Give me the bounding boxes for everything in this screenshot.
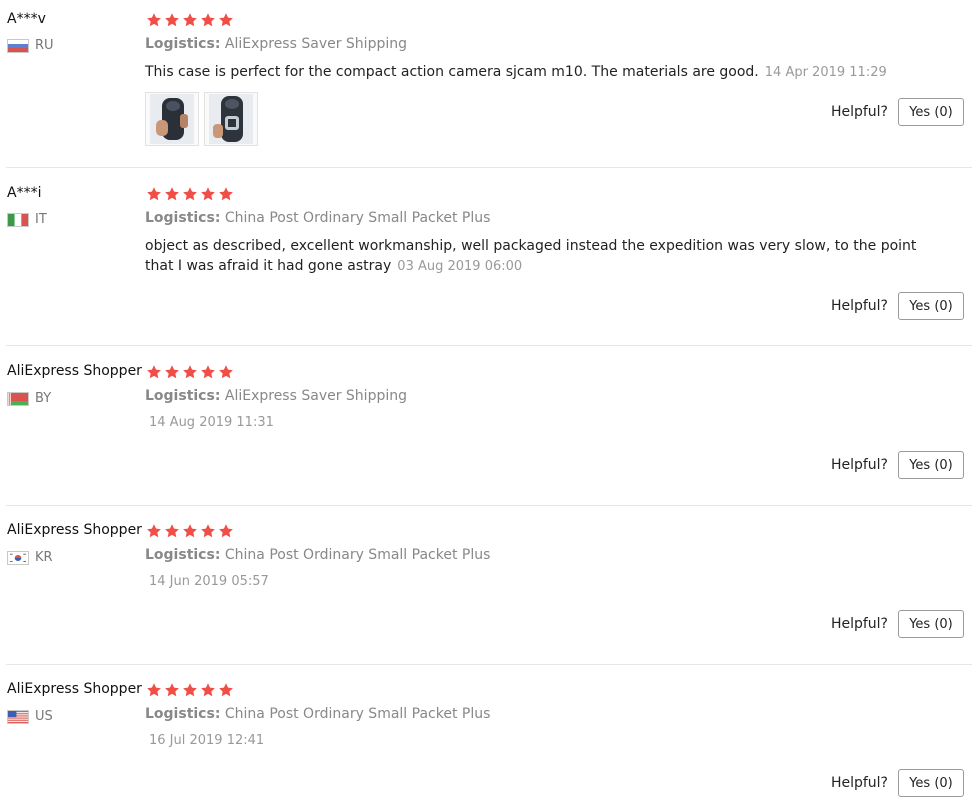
logistics-info: Logistics: AliExpress Saver Shipping: [145, 388, 407, 404]
reviewer-name: A***v: [7, 11, 46, 27]
star-icon: [218, 523, 234, 539]
reviewer-country: RU: [7, 38, 54, 53]
star-rating: [146, 12, 234, 28]
logistics-info: Logistics: China Post Ordinary Small Pac…: [145, 210, 490, 226]
review-date: 16 Jul 2019 12:41: [149, 733, 265, 748]
country-code: US: [35, 709, 53, 724]
reviewer-country: KR: [7, 550, 53, 565]
review-divider: [6, 345, 972, 346]
reviewer-country: IT: [7, 212, 47, 227]
review-photo-thumbnail[interactable]: [204, 92, 258, 146]
review-divider: [6, 664, 972, 665]
review-divider: [6, 505, 972, 506]
review-text: object as described, excellent workmansh…: [145, 236, 945, 277]
helpful-section: Helpful? Yes (0): [831, 292, 964, 320]
star-icon: [200, 682, 216, 698]
review-date: 14 Aug 2019 11:31: [149, 415, 274, 430]
helpful-yes-button[interactable]: Yes (0): [898, 98, 964, 126]
star-icon: [218, 364, 234, 380]
star-icon: [164, 186, 180, 202]
star-icon: [164, 364, 180, 380]
review-date: 14 Apr 2019 11:29: [764, 65, 887, 80]
star-icon: [200, 12, 216, 28]
helpful-section: Helpful? Yes (0): [831, 98, 964, 126]
review-date: 14 Jun 2019 05:57: [149, 574, 269, 589]
reviewer-name: A***i: [7, 185, 42, 201]
review-body: object as described, excellent workmansh…: [145, 238, 917, 274]
logistics-method: AliExpress Saver Shipping: [224, 388, 407, 404]
logistics-method: China Post Ordinary Small Packet Plus: [224, 706, 491, 722]
reviewer-country: US: [7, 709, 53, 724]
star-icon: [200, 186, 216, 202]
star-icon: [146, 186, 162, 202]
star-icon: [218, 12, 234, 28]
helpful-yes-button[interactable]: Yes (0): [898, 610, 964, 638]
star-icon: [146, 364, 162, 380]
helpful-label: Helpful?: [830, 616, 888, 632]
helpful-yes-button[interactable]: Yes (0): [898, 451, 964, 479]
logistics-method: AliExpress Saver Shipping: [224, 36, 407, 52]
star-icon: [164, 12, 180, 28]
star-rating: [146, 523, 234, 539]
review-photo-thumbnail[interactable]: [145, 92, 199, 146]
logistics-label: Logistics:: [145, 388, 221, 404]
country-code: RU: [35, 38, 54, 53]
logistics-info: Logistics: AliExpress Saver Shipping: [145, 36, 407, 52]
camera-case-photo-icon: [209, 94, 253, 144]
star-rating: [146, 682, 234, 698]
korea-flag-icon: [7, 550, 29, 565]
russia-flag-icon: [7, 38, 29, 53]
logistics-label: Logistics:: [145, 36, 221, 52]
country-code: IT: [35, 212, 47, 227]
star-icon: [200, 364, 216, 380]
reviewer-name: AliExpress Shopper: [7, 522, 142, 538]
star-icon: [200, 523, 216, 539]
review-date: 03 Aug 2019 06:00: [397, 259, 523, 274]
star-icon: [218, 682, 234, 698]
star-icon: [146, 12, 162, 28]
star-rating: [146, 364, 234, 380]
helpful-section: Helpful? Yes (0): [831, 451, 964, 479]
star-icon: [164, 523, 180, 539]
logistics-info: Logistics: China Post Ordinary Small Pac…: [145, 706, 490, 722]
star-icon: [146, 523, 162, 539]
helpful-label: Helpful?: [830, 457, 888, 473]
logistics-label: Logistics:: [145, 210, 221, 226]
logistics-method: China Post Ordinary Small Packet Plus: [224, 210, 491, 226]
star-icon: [182, 364, 198, 380]
helpful-label: Helpful?: [830, 298, 888, 314]
review-body: This case is perfect for the compact act…: [145, 64, 759, 80]
star-icon: [218, 186, 234, 202]
helpful-yes-button[interactable]: Yes (0): [898, 769, 964, 797]
camera-case-photo-icon: [150, 94, 194, 144]
italy-flag-icon: [7, 212, 29, 227]
logistics-info: Logistics: China Post Ordinary Small Pac…: [145, 547, 490, 563]
star-icon: [146, 682, 162, 698]
country-code: KR: [35, 550, 53, 565]
helpful-section: Helpful? Yes (0): [831, 769, 964, 797]
review-text: This case is perfect for the compact act…: [145, 62, 945, 83]
helpful-yes-button[interactable]: Yes (0): [898, 292, 964, 320]
reviewer-country: BY: [7, 391, 51, 406]
star-icon: [182, 523, 198, 539]
review-photos: [145, 92, 258, 146]
country-code: BY: [35, 391, 52, 406]
star-rating: [146, 186, 234, 202]
star-icon: [164, 682, 180, 698]
review-divider: [6, 167, 972, 168]
logistics-method: China Post Ordinary Small Packet Plus: [224, 547, 491, 563]
helpful-label: Helpful?: [830, 104, 888, 120]
usa-flag-icon: [7, 709, 29, 724]
reviewer-name: AliExpress Shopper: [7, 681, 142, 697]
star-icon: [182, 682, 198, 698]
reviewer-name: AliExpress Shopper: [7, 363, 142, 379]
belarus-flag-icon: [7, 391, 29, 406]
star-icon: [182, 12, 198, 28]
logistics-label: Logistics:: [145, 706, 221, 722]
helpful-label: Helpful?: [830, 775, 888, 791]
helpful-section: Helpful? Yes (0): [831, 610, 964, 638]
star-icon: [182, 186, 198, 202]
logistics-label: Logistics:: [145, 547, 221, 563]
